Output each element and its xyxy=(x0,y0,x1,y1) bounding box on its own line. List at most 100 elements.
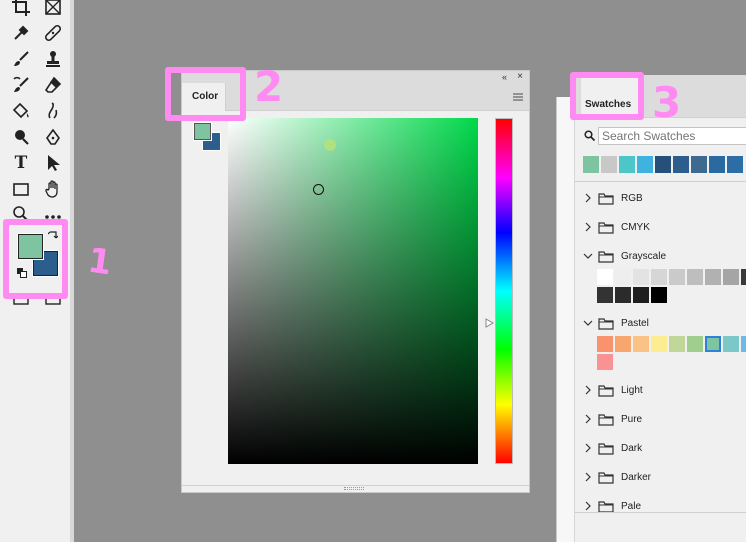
swatch[interactable] xyxy=(723,336,739,352)
swatch-group-cmyk[interactable]: CMYK xyxy=(583,217,650,237)
swatches-panel-dock-strip xyxy=(557,97,575,542)
swatch[interactable] xyxy=(633,336,649,352)
color-panel: « × Color xyxy=(181,70,530,493)
chevron-right-icon[interactable] xyxy=(583,501,593,511)
swatch-group-grayscale[interactable]: Grayscale xyxy=(583,246,666,266)
hand-icon[interactable] xyxy=(42,178,64,200)
swatch[interactable] xyxy=(633,287,649,303)
swatch[interactable] xyxy=(651,287,667,303)
recent-swatch[interactable] xyxy=(601,156,617,173)
highlight-box-3 xyxy=(570,72,644,120)
saturation-brightness-field[interactable] xyxy=(228,118,478,464)
healing-brush-icon[interactable] xyxy=(42,22,64,44)
chevron-right-icon[interactable] xyxy=(583,385,593,395)
swatch[interactable] xyxy=(705,269,721,285)
history-brush-icon[interactable] xyxy=(10,74,32,96)
swatch[interactable] xyxy=(741,336,746,352)
swatch[interactable] xyxy=(597,287,613,303)
swatch[interactable] xyxy=(669,336,685,352)
swatch-group-dark[interactable]: Dark xyxy=(583,438,642,458)
annotation-number-3: 3 xyxy=(652,78,682,127)
recent-swatch[interactable] xyxy=(727,156,743,173)
search-swatches-input[interactable] xyxy=(598,127,746,145)
swatch-group-rgb[interactable]: RGB xyxy=(583,188,643,208)
dodge-icon[interactable] xyxy=(10,126,32,148)
foreground-color-swatch[interactable] xyxy=(17,233,44,260)
swatch-group-label: Darker xyxy=(621,471,652,483)
pen-icon[interactable] xyxy=(42,126,64,148)
swatch[interactable] xyxy=(633,269,649,285)
annotation-number-2: 2 xyxy=(254,62,284,111)
swatch[interactable] xyxy=(705,336,721,352)
recent-swatch[interactable] xyxy=(691,156,707,173)
swatch[interactable] xyxy=(615,269,631,285)
panel-menu-icon[interactable] xyxy=(513,93,523,101)
collapse-panel-icon[interactable]: « xyxy=(502,71,507,83)
folder-icon xyxy=(598,442,614,455)
chevron-right-icon[interactable] xyxy=(583,222,593,232)
brush-icon[interactable] xyxy=(10,48,32,70)
swatch-group-pure[interactable]: Pure xyxy=(583,409,642,429)
paint-bucket-icon[interactable] xyxy=(10,100,32,122)
highlight-box-2 xyxy=(165,67,246,121)
recent-swatch[interactable] xyxy=(709,156,725,173)
panel-resize-grip[interactable] xyxy=(182,485,529,492)
swatch-group-label: Light xyxy=(621,384,643,396)
swatch-group-light[interactable]: Light xyxy=(583,380,643,400)
swatch-group-label: Pastel xyxy=(621,317,649,329)
swatch-group-darker[interactable]: Darker xyxy=(583,467,651,487)
smudge-icon[interactable] xyxy=(42,100,64,122)
swatches-panel: Swatches RGBCMYKGrayscalePastelLightPure… xyxy=(556,75,746,542)
rectangle-icon[interactable] xyxy=(10,178,32,200)
type-icon[interactable]: T xyxy=(10,152,32,174)
close-panel-icon[interactable]: × xyxy=(517,71,523,83)
screen-mode-icon[interactable] xyxy=(42,296,64,318)
picker-highlight xyxy=(324,139,336,151)
chevron-right-icon[interactable] xyxy=(583,414,593,424)
chevron-down-icon[interactable] xyxy=(583,318,593,328)
swatch[interactable] xyxy=(651,336,667,352)
annotation-number-1: 1 xyxy=(85,240,115,284)
swatch[interactable] xyxy=(651,269,667,285)
folder-icon xyxy=(598,317,614,330)
clone-stamp-icon[interactable] xyxy=(42,48,64,70)
hue-slider-arrow-icon[interactable] xyxy=(485,318,494,328)
swatch[interactable] xyxy=(687,269,703,285)
chevron-right-icon[interactable] xyxy=(583,443,593,453)
swatch[interactable] xyxy=(687,336,703,352)
divider xyxy=(575,181,746,182)
swatch-grid-pastel xyxy=(597,336,746,370)
frame-icon[interactable] xyxy=(42,0,64,18)
swatch-group-label: CMYK xyxy=(621,221,650,233)
recent-swatch[interactable] xyxy=(673,156,689,173)
recent-swatches xyxy=(583,156,743,173)
swatch[interactable] xyxy=(597,336,613,352)
swatch[interactable] xyxy=(597,354,613,370)
swatch[interactable] xyxy=(669,269,685,285)
crop-icon[interactable] xyxy=(10,0,32,18)
swatch-group-pale[interactable]: Pale xyxy=(583,496,641,516)
swatch-group-pastel[interactable]: Pastel xyxy=(583,313,649,333)
picker-cursor[interactable] xyxy=(313,184,324,195)
swatch[interactable] xyxy=(723,269,739,285)
chevron-right-icon[interactable] xyxy=(583,472,593,482)
swatch-group-label: RGB xyxy=(621,192,643,204)
recent-swatch[interactable] xyxy=(655,156,671,173)
swatch[interactable] xyxy=(615,336,631,352)
swatch-group-label: Grayscale xyxy=(621,250,667,262)
recent-swatch[interactable] xyxy=(619,156,635,173)
chevron-down-icon[interactable] xyxy=(583,251,593,261)
swatch[interactable] xyxy=(741,269,746,285)
eraser-icon[interactable] xyxy=(42,74,64,96)
eyedropper-icon[interactable] xyxy=(10,22,32,44)
tools-panel-edge xyxy=(70,0,74,542)
quick-mask-icon[interactable] xyxy=(10,296,32,318)
path-selection-icon[interactable] xyxy=(42,152,64,174)
recent-swatch[interactable] xyxy=(637,156,653,173)
chevron-right-icon[interactable] xyxy=(583,193,593,203)
color-panel-foreground-swatch[interactable] xyxy=(193,122,212,141)
swatch[interactable] xyxy=(597,269,613,285)
swatch[interactable] xyxy=(615,287,631,303)
recent-swatch[interactable] xyxy=(583,156,599,173)
hue-slider[interactable] xyxy=(495,118,513,464)
